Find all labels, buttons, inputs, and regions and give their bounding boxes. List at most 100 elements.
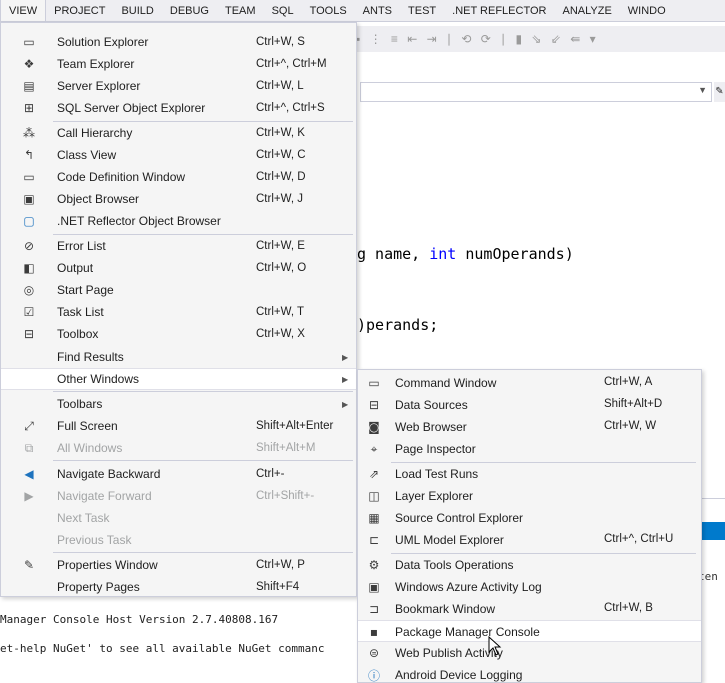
member-dropdown[interactable]: ▼	[360, 82, 712, 102]
menu-item-full-screen[interactable]: ⤢ Full Screen Shift+Alt+Enter	[1, 415, 356, 437]
menu-item-shortcut: Ctrl+W, K	[256, 127, 305, 139]
submenu-item-package-manager-console[interactable]: ▪ Package Manager Console	[358, 620, 701, 642]
menu-project[interactable]: PROJECT	[46, 0, 113, 21]
menu-item-label: Server Explorer	[57, 79, 141, 93]
menu-item-label: Navigate Backward	[57, 467, 161, 481]
menu-item-find-results[interactable]: Find Results ▶	[1, 346, 356, 368]
menu-window[interactable]: WINDO	[620, 0, 674, 21]
submenu-item-label: UML Model Explorer	[395, 533, 504, 547]
menu-item-shortcut: Ctrl+^, Ctrl+S	[256, 102, 325, 114]
menu-item-shortcut: Ctrl+W, T	[256, 306, 305, 318]
submenu-item-azure-activity-log[interactable]: ▣ Windows Azure Activity Log	[358, 576, 701, 598]
menu-item-label: Output	[57, 261, 94, 275]
reflector-browser-icon: ▢	[23, 214, 35, 228]
menu-item-label: Properties Window	[57, 558, 158, 572]
menu-item-shortcut: Ctrl+W, E	[256, 240, 305, 252]
menu-debug[interactable]: DEBUG	[162, 0, 217, 21]
command-window-icon: ▭	[368, 376, 380, 390]
layer-explorer-icon: ◫	[368, 489, 380, 503]
menu-item-toolbox[interactable]: ⊟ Toolbox Ctrl+W, X	[1, 323, 356, 345]
web-browser-icon: ◙	[368, 420, 380, 434]
submenu-item-page-inspector[interactable]: ⌖ Page Inspector	[358, 438, 701, 460]
code-line-2[interactable]: )perands;	[357, 316, 438, 334]
menu-item-shortcut: Ctrl+W, S	[256, 36, 305, 48]
menu-item-sql-object-explorer[interactable]: ⊞ SQL Server Object Explorer Ctrl+^, Ctr…	[1, 97, 356, 119]
output-icon: ◧	[23, 261, 35, 275]
submenu-item-source-control-explorer[interactable]: ▦ Source Control Explorer	[358, 507, 701, 529]
submenu-item-bookmark-window[interactable]: ⊐ Bookmark Window Ctrl+W, B	[358, 598, 701, 620]
submenu-item-label: Android Device Logging	[395, 668, 523, 682]
menu-item-class-view[interactable]: ↰ Class View Ctrl+W, C	[1, 144, 356, 166]
menu-item-shortcut: Ctrl+-	[256, 468, 285, 480]
menu-item-label: Team Explorer	[57, 57, 135, 71]
submenu-item-web-publish-activity[interactable]: ⊜ Web Publish Activity	[358, 642, 701, 664]
menu-build[interactable]: BUILD	[113, 0, 161, 21]
menu-item-team-explorer[interactable]: ❖ Team Explorer Ctrl+^, Ctrl+M	[1, 53, 356, 75]
menu-item-label: Toolbox	[57, 327, 99, 341]
menu-item-code-definition[interactable]: ▭ Code Definition Window Ctrl+W, D	[1, 166, 356, 188]
menu-item-label: Task List	[57, 305, 104, 319]
menu-team[interactable]: TEAM	[217, 0, 264, 21]
azure-activity-log-icon: ▣	[368, 580, 380, 594]
pin-icon[interactable]: ✎	[714, 82, 725, 102]
mouse-cursor-icon	[488, 636, 502, 656]
toolbar-icons[interactable]: ▪ ⋮ ≡ ⇤ ⇥ ∣ ⟲ ⟳ ∣ ▮ ⇘ ⇙ ⇚ ▾	[356, 32, 599, 46]
menu-item-shortcut: Ctrl+W, O	[256, 262, 307, 274]
menu-item-label: Toolbars	[57, 397, 103, 411]
menu-bar: VIEW PROJECT BUILD DEBUG TEAM SQL TOOLS …	[0, 0, 725, 22]
menu-item-label: All Windows	[57, 441, 123, 455]
info-icon: ⓘ	[367, 668, 380, 683]
menu-view[interactable]: VIEW	[0, 0, 47, 21]
menu-item-navigate-backward[interactable]: ◀ Navigate Backward Ctrl+-	[1, 463, 356, 485]
submenu-item-data-tools-operations[interactable]: ⚙ Data Tools Operations	[358, 554, 701, 576]
submenu-item-label: Data Tools Operations	[395, 558, 514, 572]
menu-item-solution-explorer[interactable]: ▭ Solution Explorer Ctrl+W, S	[1, 31, 356, 53]
submenu-item-load-test-runs[interactable]: ⇗ Load Test Runs	[358, 463, 701, 485]
menu-item-object-browser[interactable]: ▣ Object Browser Ctrl+W, J	[1, 188, 356, 210]
submenu-item-command-window[interactable]: ▭ Command Window Ctrl+W, A	[358, 372, 701, 394]
submenu-item-android-device-logging[interactable]: ⓘ Android Device Logging	[358, 664, 701, 683]
submenu-item-shortcut: Ctrl+^, Ctrl+U	[604, 533, 674, 545]
menu-item-property-pages[interactable]: Property Pages Shift+F4	[1, 576, 356, 598]
menu-item-other-windows[interactable]: Other Windows ▶	[1, 368, 356, 390]
submenu-item-shortcut: Ctrl+W, A	[604, 376, 653, 388]
menu-item-call-hierarchy[interactable]: ⁂ Call Hierarchy Ctrl+W, K	[1, 122, 356, 144]
output-panel-tab[interactable]	[700, 522, 725, 540]
menu-sql[interactable]: SQL	[264, 0, 302, 21]
toolbox-icon: ⊟	[23, 327, 35, 341]
menu-item-task-list[interactable]: ☑ Task List Ctrl+W, T	[1, 301, 356, 323]
code-line-1[interactable]: g name, int numOperands)	[357, 245, 574, 263]
submenu-item-layer-explorer[interactable]: ◫ Layer Explorer	[358, 485, 701, 507]
menu-tools[interactable]: TOOLS	[302, 0, 355, 21]
menu-test[interactable]: TEST	[400, 0, 444, 21]
menu-net-reflector[interactable]: .NET REFLECTOR	[444, 0, 554, 21]
menu-item-toolbars[interactable]: Toolbars ▶	[1, 393, 356, 415]
submenu-item-label: Web Browser	[395, 420, 467, 434]
solution-explorer-icon: ▭	[23, 35, 35, 49]
menu-item-reflector-browser[interactable]: ▢ .NET Reflector Object Browser	[1, 210, 356, 232]
submenu-item-uml-model-explorer[interactable]: ⊏ UML Model Explorer Ctrl+^, Ctrl+U	[358, 529, 701, 551]
menu-item-label: Previous Task	[57, 533, 132, 547]
menu-analyze[interactable]: ANALYZE	[554, 0, 619, 21]
menu-item-label: Full Screen	[57, 419, 118, 433]
menu-item-output[interactable]: ◧ Output Ctrl+W, O	[1, 257, 356, 279]
server-explorer-icon: ▤	[23, 79, 35, 93]
submenu-item-label: Windows Azure Activity Log	[395, 580, 542, 594]
submenu-item-web-browser[interactable]: ◙ Web Browser Ctrl+W, W	[358, 416, 701, 438]
task-list-icon: ☑	[23, 305, 35, 319]
submenu-item-label: Layer Explorer	[395, 489, 474, 503]
submenu-item-label: Command Window	[395, 376, 497, 390]
package-manager-icon: ▪	[369, 625, 379, 639]
menu-item-properties-window[interactable]: ✎ Properties Window Ctrl+W, P	[1, 554, 356, 576]
menu-item-server-explorer[interactable]: ▤ Server Explorer Ctrl+W, L	[1, 75, 356, 97]
menu-item-error-list[interactable]: ⊘ Error List Ctrl+W, E	[1, 235, 356, 257]
menu-item-shortcut: Ctrl+Shift+-	[256, 490, 315, 502]
menu-item-label: .NET Reflector Object Browser	[57, 214, 221, 228]
menu-item-label: Object Browser	[57, 192, 140, 206]
submenu-item-data-sources[interactable]: ⊟ Data Sources Shift+Alt+D	[358, 394, 701, 416]
submenu-arrow-icon: ▶	[342, 374, 349, 384]
submenu-item-shortcut: Ctrl+W, W	[604, 420, 657, 432]
menu-item-start-page[interactable]: ◎ Start Page	[1, 279, 356, 301]
menu-ants[interactable]: ANTS	[355, 0, 400, 21]
menu-item-label: Property Pages	[57, 580, 140, 594]
